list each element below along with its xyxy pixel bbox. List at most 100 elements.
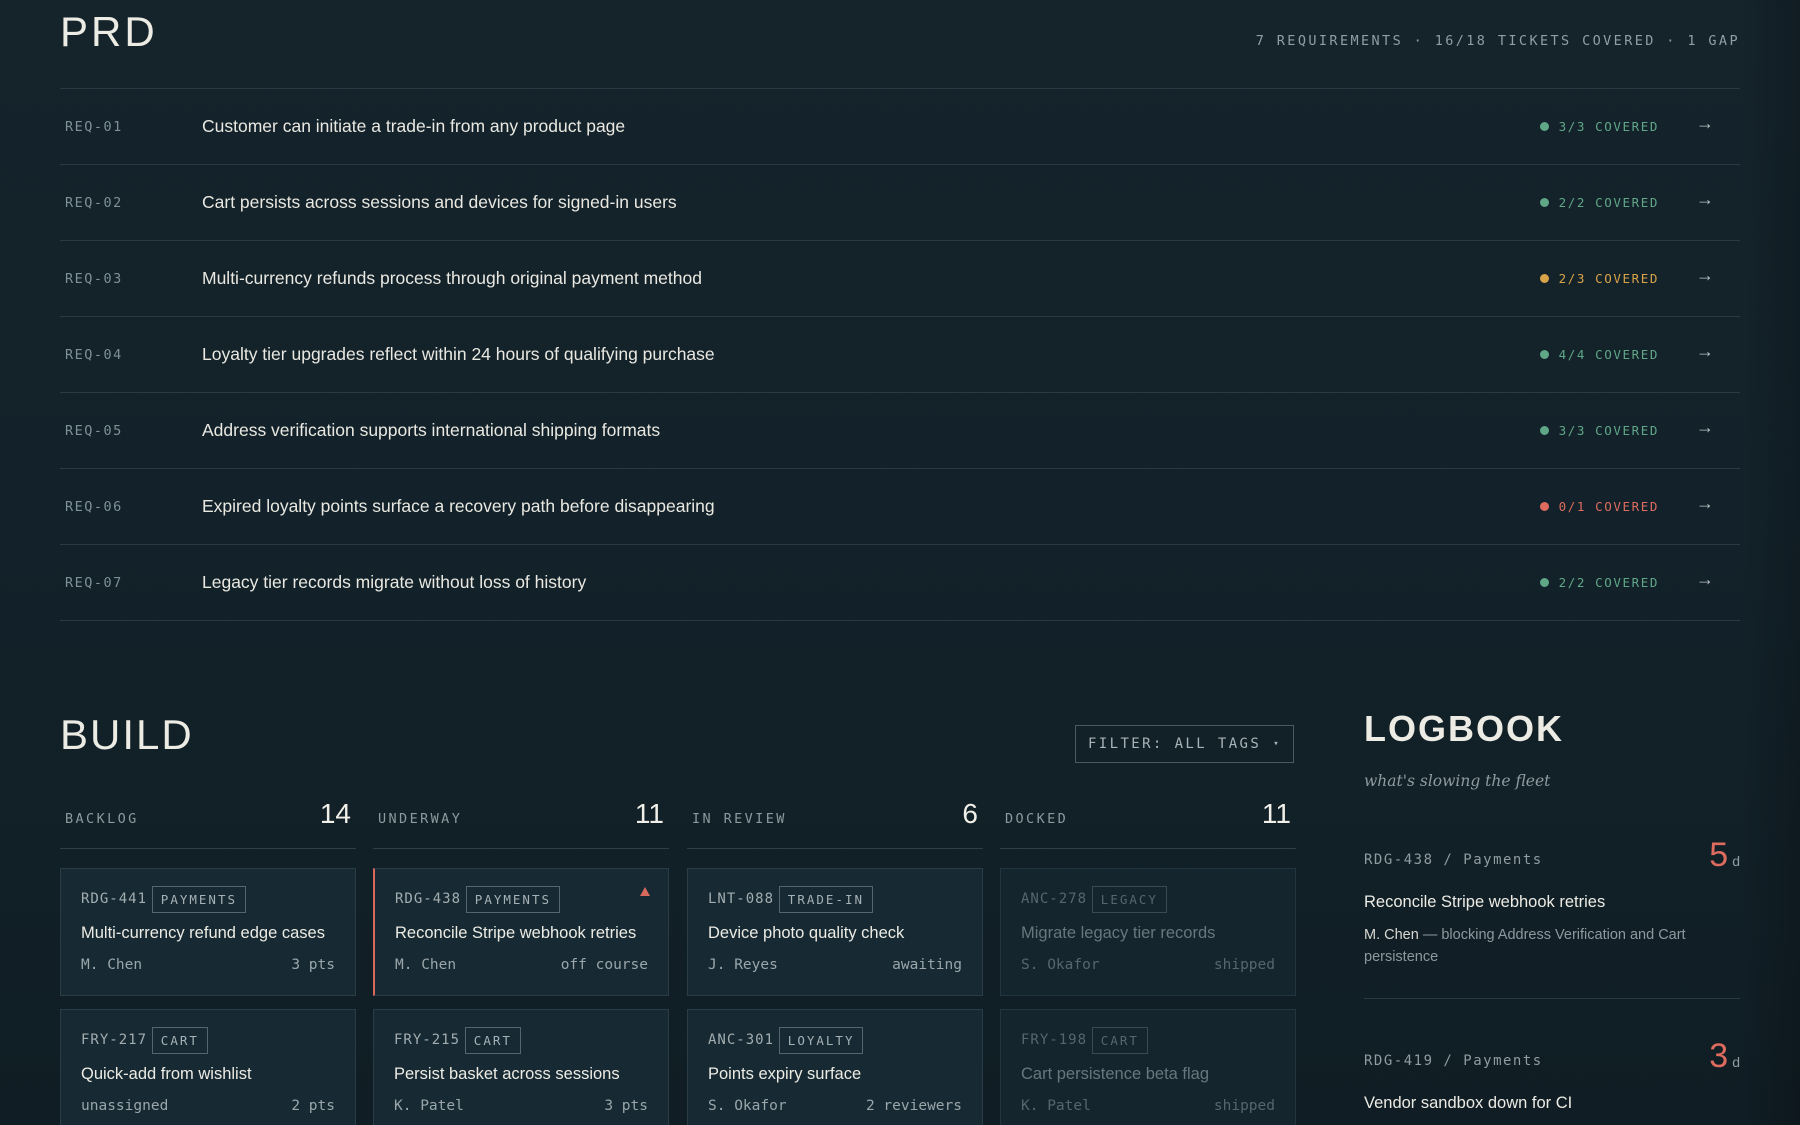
ticket-owner: S. Okafor [708,1098,787,1114]
requirement-row[interactable]: REQ-04 Loyalty tier upgrades reflect with… [60,317,1740,393]
chevron-down-icon: ▾ [1273,739,1282,749]
logbook-entry-title: Vendor sandbox down for CI [1364,1094,1573,1112]
status-dot-icon [1539,198,1549,207]
logbook-entry-description: M. Chen — blocking Address Verification … [1364,924,1724,968]
status-dot-icon [1539,274,1549,283]
requirement-text: Multi-currency refunds process through o… [202,268,702,288]
coverage-status: 0/1 COVERED [1539,499,1659,514]
arrow-right-icon[interactable]: → [1696,265,1714,286]
requirement-row[interactable]: REQ-07 Legacy tier records migrate withou… [60,545,1740,621]
requirement-id: REQ-01 [65,119,123,135]
ticket-id: FRY-215 [394,1032,461,1048]
ticket-card[interactable]: LNT-088 TRADE-IN Device photo quality chec… [687,868,983,996]
arrow-right-icon[interactable]: → [1696,341,1714,362]
days-stuck: 5d [1709,836,1740,875]
ticket-title: Reconcile Stripe webhook retries [395,924,637,942]
ticket-tag: TRADE-IN [778,886,874,913]
arrow-right-icon[interactable]: → [1696,493,1714,514]
column-header: IN REVIEW 6 [687,795,983,849]
days-unit: d [1732,1054,1740,1070]
column-label: BACKLOG [65,811,139,827]
ticket-card[interactable]: RDG-438 PAYMENTS Reconcile Stripe webhook … [373,868,669,996]
ticket-id: ANC-301 [708,1032,775,1048]
ticket-tag: CART [464,1027,521,1054]
requirement-id: REQ-03 [65,271,123,287]
ticket-meta: shipped [1213,1098,1275,1114]
requirement-list: REQ-01 Customer can initiate a trade-in f… [60,89,1740,621]
ticket-title: Device photo quality check [708,924,905,942]
ticket-owner: S. Okafor [1021,957,1100,973]
requirement-text: Expired loyalty points surface a recover… [202,496,715,516]
column-header: DOCKED 11 [1000,795,1296,849]
ticket-title: Points expiry surface [708,1065,862,1083]
ticket-id: RDG-438 [395,891,462,907]
logbook-divider [1364,998,1740,999]
filter-tags-button[interactable]: FILTER: ALL TAGS ▾ [1075,725,1294,763]
requirement-row[interactable]: REQ-01 Customer can initiate a trade-in f… [60,89,1740,165]
days-stuck: 3d [1709,1037,1740,1076]
ticket-owner: M. Chen [81,957,143,973]
build-title: BUILD [60,711,194,758]
ticket-owner: K. Patel [394,1098,464,1114]
ticket-meta: 2 reviewers [865,1098,962,1114]
arrow-right-icon[interactable]: → [1696,189,1714,210]
ticket-meta: 3 pts [604,1098,648,1114]
column-header: BACKLOG 14 [60,795,356,849]
ticket-meta: awaiting [892,957,962,973]
prd-title: PRD [60,8,158,55]
coverage-status: 4/4 COVERED [1539,347,1659,362]
coverage-label: 2/3 COVERED [1558,271,1659,286]
status-dot-icon [1539,578,1549,587]
column-count: 11 [634,798,664,829]
requirement-row[interactable]: REQ-03 Multi-currency refunds process thr… [60,241,1740,317]
logbook-entry-id: RDG-419 / Payments [1364,1053,1543,1069]
prd-header: PRD 7 REQUIREMENTS · 16/18 TICKETS COVER… [60,0,1740,89]
coverage-label: 2/2 COVERED [1558,575,1659,590]
ticket-tag: CART [151,1027,208,1054]
ticket-title: Migrate legacy tier records [1021,924,1216,942]
requirement-id: REQ-04 [65,347,123,363]
days-number: 5 [1709,836,1729,874]
board-column-in-review: IN REVIEW 6 LNT-088 TRADE-IN Device photo qu… [687,795,983,1125]
arrow-right-icon[interactable]: → [1696,113,1714,134]
prd-summary: 7 REQUIREMENTS · 16/18 TICKETS COVERED ·… [1255,33,1740,49]
ticket-tag: PAYMENTS [151,886,247,913]
ticket-card[interactable]: RDG-441 PAYMENTS Multi-currency refund edg… [60,868,356,996]
ticket-card[interactable]: ANC-301 LOYALTY Points expiry surface S. Ok… [687,1009,983,1125]
days-number: 3 [1709,1037,1729,1075]
ticket-card[interactable]: FRY-215 CART Persist basket across session… [373,1009,669,1125]
blocker-owner: M. Chen [1364,927,1419,943]
requirement-text: Loyalty tier upgrades reflect within 24 … [202,344,715,364]
prd-section: PRD 7 REQUIREMENTS · 16/18 TICKETS COVER… [60,0,1740,621]
board-column-underway: UNDERWAY 11 RDG-438 PAYMENTS Reconcile Strip… [373,795,669,1125]
column-label: IN REVIEW [692,811,787,827]
ticket-card[interactable]: FRY-217 CART Quick-add from wishlist unassi… [60,1009,356,1125]
status-dot-icon [1539,502,1549,511]
requirement-row[interactable]: REQ-05 Address verification supports inte… [60,393,1740,469]
warning-triangle-icon [640,887,650,896]
requirement-row[interactable]: REQ-06 Expired loyalty points surface a r… [60,469,1740,545]
requirement-row[interactable]: REQ-02 Cart persists across sessions and … [60,165,1740,241]
coverage-label: 0/1 COVERED [1558,499,1659,514]
board-column-docked: DOCKED 11 ANC-278 LEGACY Migrate legacy tier… [1000,795,1296,1125]
ticket-meta: off course [560,957,648,973]
coverage-label: 3/3 COVERED [1558,119,1659,134]
arrow-right-icon[interactable]: → [1696,417,1714,438]
requirement-id: REQ-02 [65,195,123,211]
page-edge-shade [1740,0,1800,1125]
logbook-entry-title: Reconcile Stripe webhook retries [1364,893,1606,911]
ticket-owner: M. Chen [395,957,457,973]
arrow-right-icon[interactable]: → [1696,569,1714,590]
ticket-card[interactable]: FRY-198 CART Cart persistence beta flag K. … [1000,1009,1296,1125]
ticket-id: FRY-198 [1021,1032,1088,1048]
status-dot-icon [1539,350,1549,359]
column-label: UNDERWAY [378,811,463,827]
coverage-label: 2/2 COVERED [1558,195,1659,210]
ticket-meta: 3 pts [291,957,335,973]
ticket-meta: shipped [1213,957,1275,973]
coverage-status: 3/3 COVERED [1539,423,1659,438]
column-count: 6 [962,798,978,829]
coverage-status: 2/2 COVERED [1539,195,1659,210]
ticket-card[interactable]: ANC-278 LEGACY Migrate legacy tier records… [1000,868,1296,996]
requirement-id: REQ-05 [65,423,123,439]
